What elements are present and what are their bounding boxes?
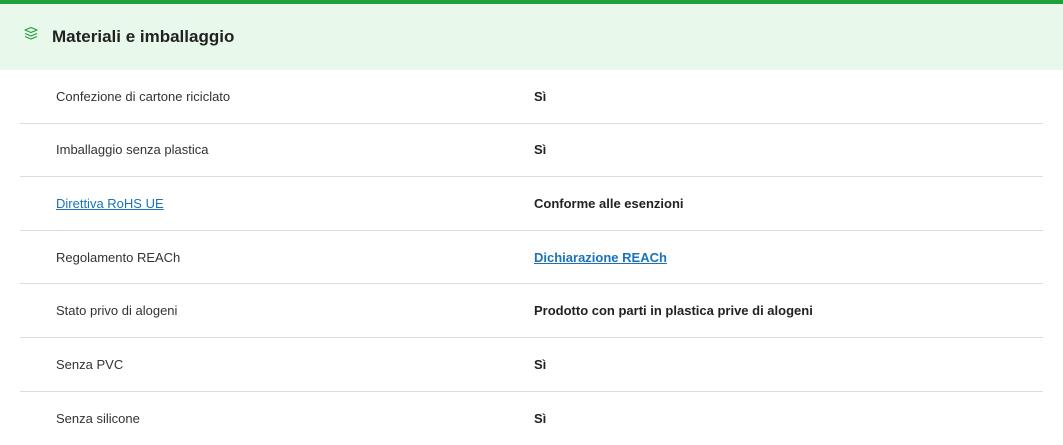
row-label: Confezione di cartone riciclato — [56, 88, 231, 104]
rohs-directive-link[interactable]: Direttiva RoHS UE — [56, 196, 164, 211]
row-value: Prodotto con parti in plastica prive di … — [534, 303, 813, 319]
table-row: Imballaggio senza plastica Sì — [20, 124, 1043, 178]
reach-declaration-link[interactable]: Dichiarazione REACh — [534, 250, 667, 265]
row-label: Senza silicone — [56, 410, 140, 426]
table-row: Direttiva RoHS UE Conforme alle esenzion… — [20, 177, 1043, 231]
row-value: Sì — [534, 410, 547, 426]
table-row: Stato privo di alogeni Prodotto con part… — [20, 284, 1043, 338]
table-row: Confezione di cartone riciclato Sì — [20, 70, 1043, 124]
layers-icon — [22, 25, 40, 43]
section-header[interactable]: Materiali e imballaggio — [0, 0, 1063, 70]
table-row: Senza PVC Sì — [20, 338, 1043, 392]
row-label: Stato privo di alogeni — [56, 303, 178, 319]
section-title: Materiali e imballaggio — [52, 27, 235, 46]
row-label: Imballaggio senza plastica — [56, 142, 209, 158]
row-label: Direttiva RoHS UE — [20, 196, 534, 211]
row-value: Sì — [534, 356, 547, 372]
attributes-table: Confezione di cartone riciclato Sì Imbal… — [20, 70, 1043, 445]
materials-packaging-panel: Materiali e imballaggio Confezione di ca… — [0, 0, 1063, 445]
row-label: Regolamento REACh — [56, 249, 181, 265]
row-value: Sì — [534, 142, 547, 158]
table-row: Regolamento REACh Dichiarazione REACh — [20, 231, 1043, 285]
row-label: Senza PVC — [56, 356, 124, 372]
row-value: Sì — [534, 88, 547, 104]
row-value: Conforme alle esenzioni — [534, 195, 684, 211]
table-row: Senza silicone Sì — [20, 392, 1043, 445]
